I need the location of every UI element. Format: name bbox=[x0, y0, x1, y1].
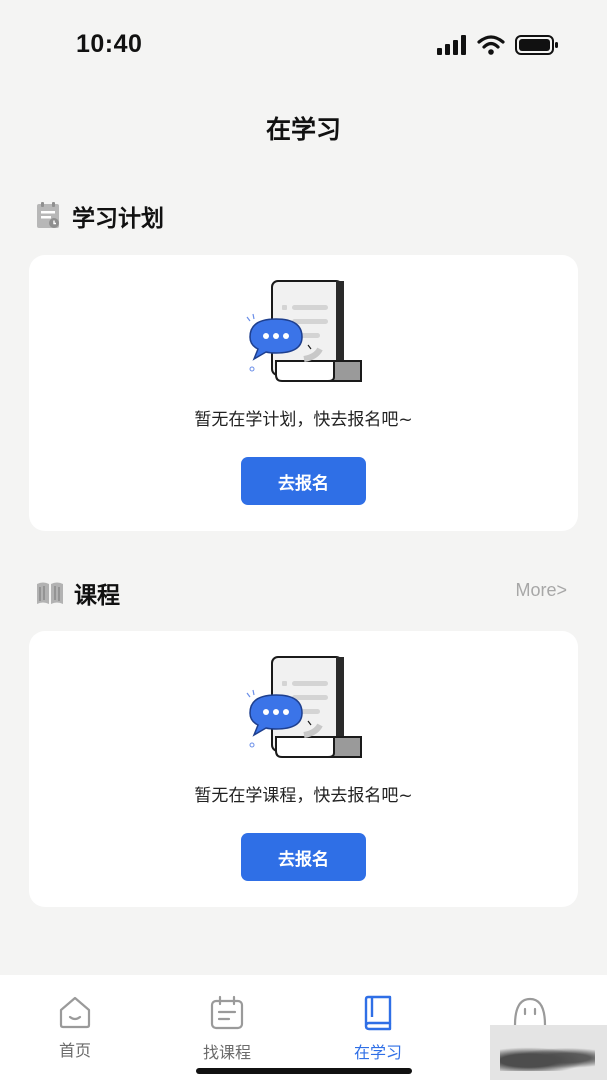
course-section-header: 课程 bbox=[36, 576, 120, 610]
plan-empty-text: 暂无在学计划，快去报名吧~ bbox=[194, 410, 413, 430]
plan-section-header: 学习计划 bbox=[36, 199, 164, 233]
home-icon bbox=[59, 996, 91, 1029]
home-indicator[interactable] bbox=[196, 1068, 412, 1074]
plan-enroll-button[interactable]: 去报名 bbox=[241, 457, 366, 505]
battery-icon bbox=[515, 35, 558, 55]
corner-artifact bbox=[490, 1025, 607, 1080]
status-icons bbox=[437, 34, 559, 56]
page-title: 在学习 bbox=[265, 115, 341, 144]
open-book-icon bbox=[37, 582, 63, 604]
calendar-icon bbox=[210, 995, 244, 1030]
wifi-icon bbox=[477, 35, 505, 55]
plan-card: 暂无在学计划，快去报名吧~ 去报名 bbox=[29, 255, 578, 531]
tab-learning[interactable]: 在学习 bbox=[318, 995, 438, 1063]
tab-home[interactable]: 首页 bbox=[15, 995, 135, 1061]
status-bar: 10:40 bbox=[0, 0, 607, 90]
profile-face-icon bbox=[513, 997, 547, 1026]
empty-document-chat-icon bbox=[246, 656, 362, 758]
course-more-link[interactable]: More> bbox=[515, 580, 567, 601]
course-section-title: 课程 bbox=[74, 583, 120, 609]
tab-label: 在学习 bbox=[353, 1043, 402, 1062]
empty-document-chat-icon bbox=[246, 280, 362, 382]
cellular-signal-icon bbox=[437, 35, 466, 55]
tab-label: 首页 bbox=[58, 1041, 91, 1060]
book-icon bbox=[364, 995, 392, 1031]
plan-icon bbox=[37, 202, 59, 228]
plan-section-title: 学习计划 bbox=[72, 206, 164, 232]
course-empty-text: 暂无在学课程，快去报名吧~ bbox=[194, 786, 413, 806]
tab-label: 找课程 bbox=[202, 1043, 251, 1062]
tab-find-course[interactable]: 找课程 bbox=[167, 995, 287, 1063]
course-card: 暂无在学课程，快去报名吧~ 去报名 bbox=[29, 631, 578, 907]
course-enroll-button[interactable]: 去报名 bbox=[241, 833, 366, 881]
status-time: 10:40 bbox=[76, 30, 143, 58]
